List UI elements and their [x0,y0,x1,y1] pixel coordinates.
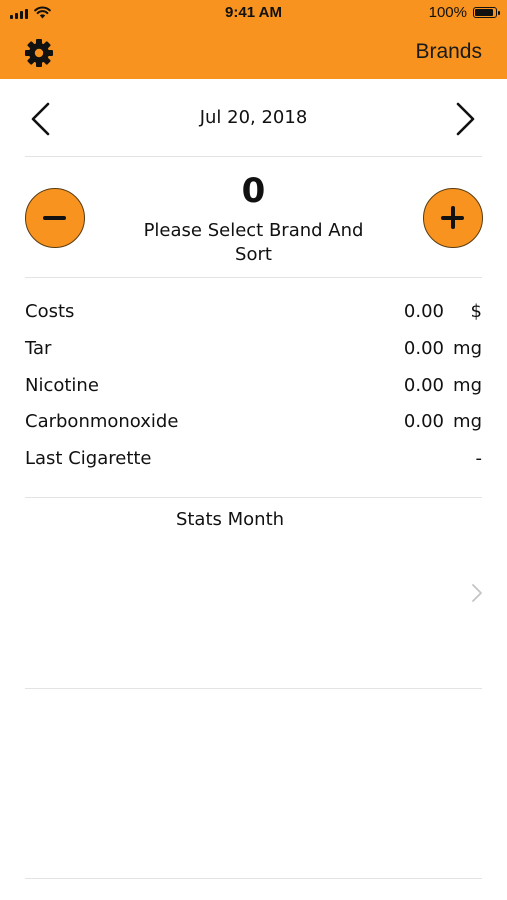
date-navigator: Jul 20, 2018 [0,80,507,156]
stat-label: Costs [25,301,75,322]
stat-row-last-cigarette: Last Cigarette - [25,444,482,481]
divider [25,878,482,879]
counter-section: 0 Please Select Brand And Sort [0,157,507,277]
status-right: 100% [428,4,500,21]
stat-label: Carbonmonoxide [25,411,179,433]
stats-list: Costs 0.00 $ Tar 0.00 mg Nicotine 0.00 m… [25,297,482,481]
stat-unit: - [475,448,483,470]
stat-unit: mg [453,337,482,359]
stat-unit: mg [453,411,482,433]
divider [25,277,482,278]
increment-button[interactable] [423,188,483,248]
minus-icon [43,215,66,220]
stat-value: 0.00 [403,374,444,396]
chevron-right-icon[interactable] [453,101,479,137]
gear-icon[interactable] [24,38,54,68]
divider [25,497,482,498]
brands-button[interactable]: Brands [415,40,482,64]
select-brand-hint: Please Select Brand And Sort [143,220,364,265]
battery-level [475,9,493,16]
chevron-right-icon[interactable] [471,583,483,603]
stat-row-tar: Tar 0.00 mg [25,334,482,371]
app-screen: 9:41 AM 100% Brands Jul 20, 2018 0 Pleas… [0,0,507,900]
stat-row-costs: Costs 0.00 $ [25,297,482,334]
stat-row-nicotine: Nicotine 0.00 mg [25,371,482,408]
battery-percent: 100% [428,4,467,21]
stats-month-title: Stats Month [175,509,285,530]
stat-value: 0.00 [403,301,444,322]
navigation-bar: 9:41 AM 100% Brands [0,0,507,79]
stat-unit: $ [470,301,482,322]
current-date: Jul 20, 2018 [199,107,308,128]
stat-value: 0.00 [403,337,444,359]
divider [25,688,482,689]
stat-value: 0.00 [403,411,444,433]
stat-label: Nicotine [25,374,99,396]
stat-unit: mg [453,374,482,396]
stat-label: Last Cigarette [25,448,152,470]
stat-label: Tar [25,337,52,359]
stat-row-carbonmonoxide: Carbonmonoxide 0.00 mg [25,407,482,444]
battery-icon [473,7,500,18]
